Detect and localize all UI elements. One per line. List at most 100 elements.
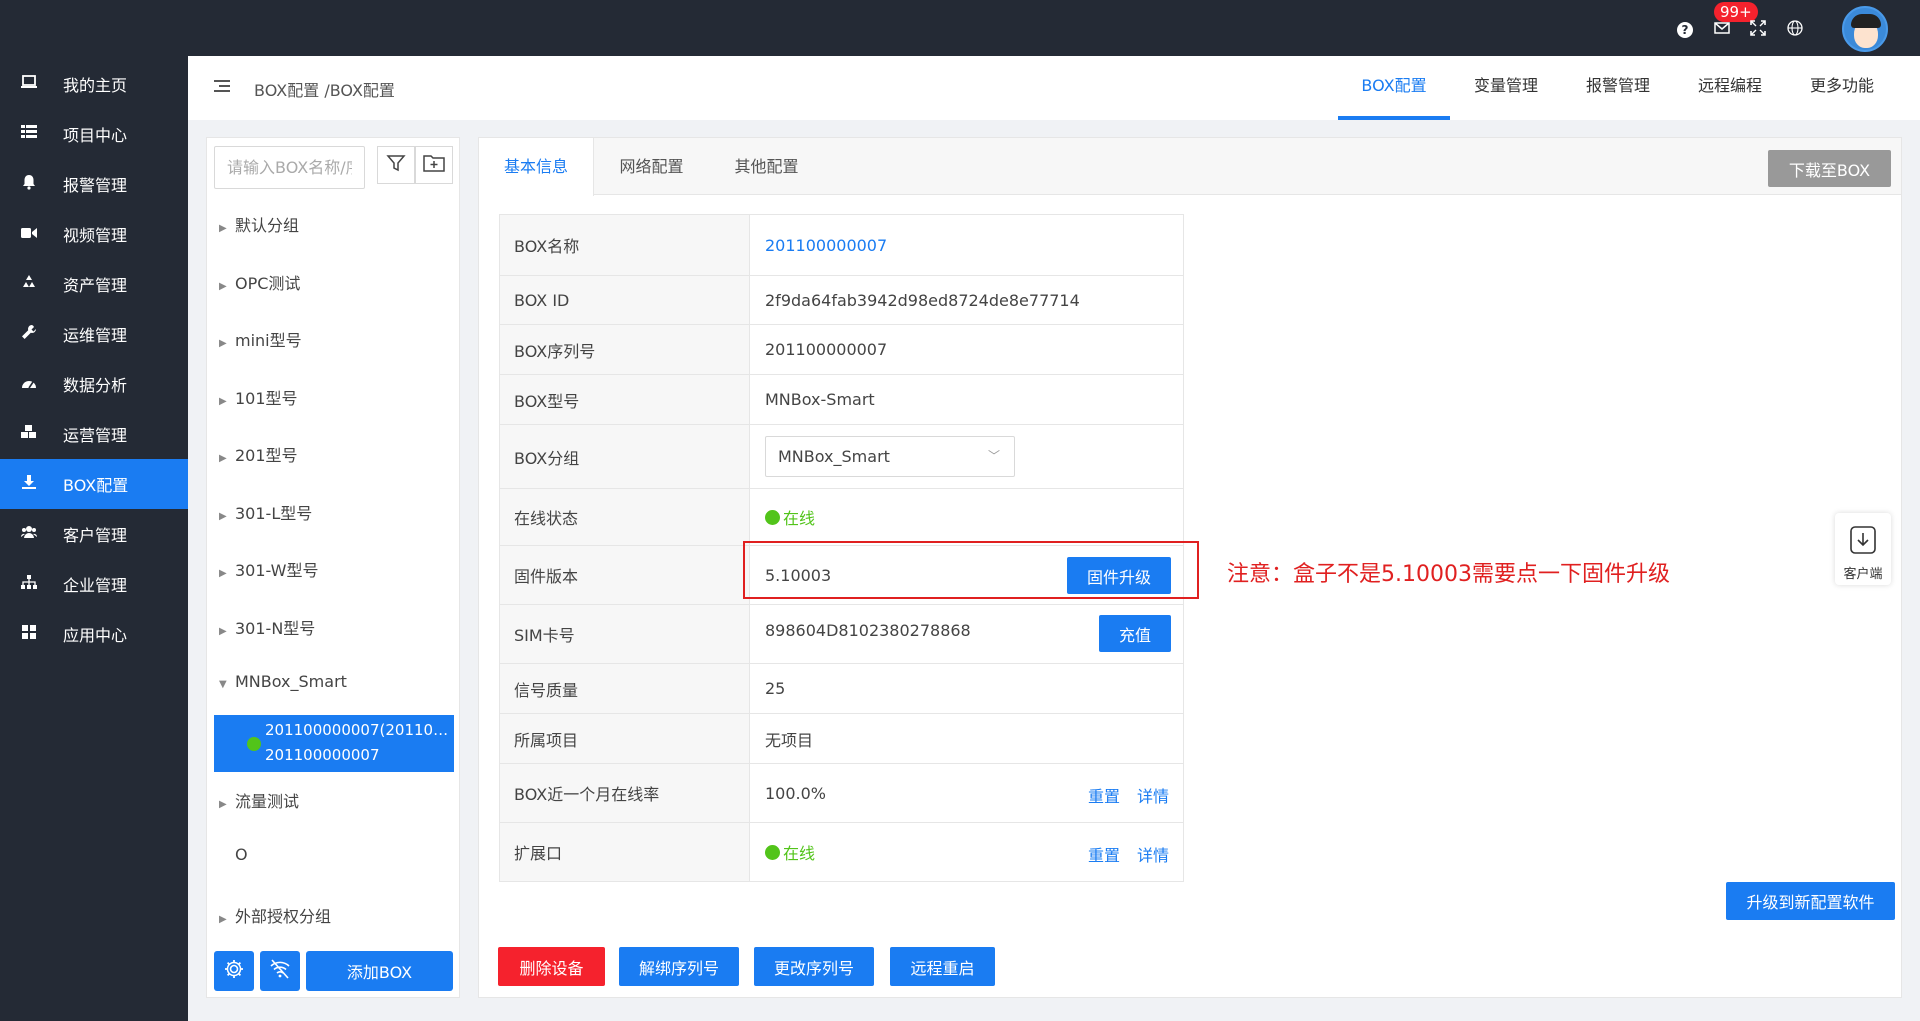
row-expansion: 扩展口 在线 重置 详情 [500,823,1183,881]
tab-more[interactable]: 更多功能 [1786,56,1898,120]
nav-label: 运维管理 [63,326,128,345]
wifi-off-icon [269,959,291,983]
tree-group[interactable]: ▶ OPC测试 [219,270,300,294]
users-icon [20,525,38,543]
nav-item-assets[interactable]: 资产管理 [0,259,188,309]
nav-item-home[interactable]: 我的主页 [0,59,188,109]
tree-group[interactable]: ▶ 默认分组 [219,212,299,236]
nav-item-operations[interactable]: 运营管理 [0,409,188,459]
box-search-input[interactable] [214,146,365,189]
nav-label: 资产管理 [63,276,128,295]
recycle-icon [20,274,38,294]
group-select[interactable]: MNBox_Smart ﹀ [765,436,1015,477]
nav-item-apps[interactable]: 应用中心 [0,609,188,659]
row-serial: BOX序列号 201100000007 [500,325,1183,375]
tab-other-config[interactable]: 其他配置 [709,138,824,195]
tree-group[interactable]: ▶ 101型号 [219,385,298,409]
download-to-box-button[interactable]: 下载至BOX [1768,150,1891,187]
box-info-table: BOX名称 201100000007 BOX ID 2f9da64fab3942… [499,214,1184,882]
nav-label: 项目中心 [63,126,128,145]
nav-item-analytics[interactable]: 数据分析 [0,359,188,409]
add-box-button[interactable]: 添加BOX [306,951,453,991]
wrench-icon [20,324,38,344]
firmware-upgrade-button[interactable]: 固件升级 [1067,557,1171,594]
row-firmware: 固件版本 5.10003 固件升级 [500,546,1183,605]
reset-link[interactable]: 重置 [1088,842,1120,866]
download-icon [20,475,38,493]
settings-button[interactable] [214,951,254,991]
sidebar: 我的主页 项目中心 报警管理 视频管理 资产管理 运维管理 数据分析 运营管理 … [0,56,188,1021]
recharge-button[interactable]: 充值 [1099,615,1171,652]
tab-network-config[interactable]: 网络配置 [594,138,709,195]
tree-group[interactable]: O [219,845,248,864]
row-signal: 信号质量 25 [500,664,1183,714]
detail-link[interactable]: 详情 [1137,783,1169,807]
user-avatar[interactable] [1842,6,1888,52]
tree-group[interactable]: ▶ 流量测试 [219,788,299,812]
box-serial: 201100000007 [265,746,380,764]
tab-alarms[interactable]: 报警管理 [1562,56,1674,120]
reset-link[interactable]: 重置 [1088,783,1120,807]
tab-basic-info[interactable]: 基本信息 [479,138,594,196]
annotation-note: 注意：盒子不是5.10003需要点一下固件升级 [1227,562,1670,587]
tree-group[interactable]: ▶ 外部授权分组 [219,903,331,927]
tree-box-selected[interactable]: 201100000007(201100000007) 201100000007 [214,715,454,772]
remote-restart-button[interactable]: 远程重启 [890,947,995,986]
caret-right-icon: ▶ [219,626,227,637]
tab-variables[interactable]: 变量管理 [1450,56,1562,120]
row-group: BOX分组 MNBox_Smart ﹀ [500,425,1183,489]
detail-link[interactable]: 详情 [1137,842,1169,866]
tree-group[interactable]: ▶ 301-L型号 [219,500,312,524]
tab-remote-programming[interactable]: 远程编程 [1674,56,1786,120]
caret-right-icon: ▶ [219,338,227,349]
breadcrumb: BOX配置 /BOX配置 [254,81,395,100]
nav-label: 数据分析 [63,376,128,395]
caret-down-icon: ▼ [219,679,227,690]
wifi-off-button[interactable] [260,951,300,991]
top-bar: ? 99+ [0,0,1920,56]
nav-label: 应用中心 [63,626,128,645]
tree-group[interactable]: ▶ 301-N型号 [219,615,315,639]
nav-label: BOX配置 [63,476,129,495]
status-badge: 在线 [765,505,815,529]
tree-group[interactable]: ▶ 201型号 [219,442,298,466]
add-folder-button[interactable] [415,146,453,184]
caret-right-icon: ▶ [219,453,227,464]
delete-device-button[interactable]: 删除设备 [498,947,605,986]
box-detail-panel: 基本信息 网络配置 其他配置 下载至BOX BOX名称 201100000007… [478,137,1902,998]
unbind-serial-button[interactable]: 解绑序列号 [619,947,739,986]
client-download-button[interactable]: 客户端 [1835,513,1891,585]
online-status-dot [247,737,261,751]
filter-icon [386,153,406,177]
nav-item-enterprise[interactable]: 企业管理 [0,559,188,609]
help-icon[interactable]: ? [1677,22,1693,38]
nav-item-alarms[interactable]: 报警管理 [0,159,188,209]
nav-item-maintenance[interactable]: 运维管理 [0,309,188,359]
nav-label: 客户管理 [63,526,128,545]
box-name-link[interactable]: 201100000007 [751,215,1183,275]
upgrade-config-software-button[interactable]: 升级到新配置软件 [1726,882,1895,920]
fullscreen-icon[interactable] [1749,19,1767,37]
grid-icon [20,625,38,643]
tree-group-expanded[interactable]: ▼ MNBox_Smart [219,672,347,691]
folder-add-icon [423,154,445,176]
box-tree-panel: ▶默认分组 ▶OPC测试 ▶mini型号 ▶101型号 ▶201型号 ▶301-… [206,137,460,998]
menu-collapse-icon[interactable] [214,80,230,94]
tab-box-config[interactable]: BOX配置 [1338,56,1450,120]
nav-item-customers[interactable]: 客户管理 [0,509,188,559]
nav-label: 报警管理 [63,176,128,195]
nav-label: 视频管理 [63,226,128,245]
nav-label: 我的主页 [63,76,128,95]
tree-group[interactable]: ▶ 301-W型号 [219,557,319,581]
video-icon [20,225,38,243]
nav-item-video[interactable]: 视频管理 [0,209,188,259]
cubes-icon [20,425,38,443]
nav-item-projects[interactable]: 项目中心 [0,109,188,159]
tree-group[interactable]: ▶ mini型号 [219,327,302,351]
globe-icon[interactable] [1786,19,1804,37]
nav-item-box-config[interactable]: BOX配置 [0,459,188,509]
gear-icon [223,958,245,984]
change-serial-button[interactable]: 更改序列号 [754,947,874,986]
row-sim: SIM卡号 898604D8102380278868 充值 [500,605,1183,664]
filter-button[interactable] [377,146,415,184]
